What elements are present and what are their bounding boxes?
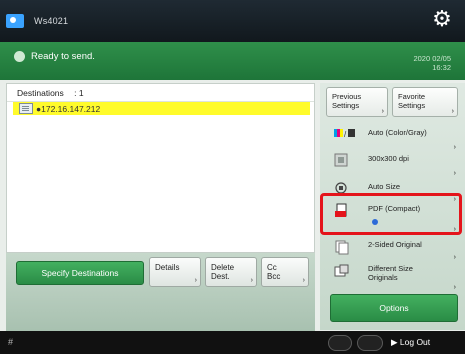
- previous-settings-button[interactable]: Previous Settings ›: [326, 87, 388, 117]
- two-sided-icon: [334, 239, 350, 255]
- time: 16:32: [432, 63, 451, 72]
- user-icon: [6, 14, 24, 28]
- delete-destination-label: Delete Dest.: [211, 263, 235, 281]
- favorite-settings-label: Favorite Settings: [398, 92, 426, 110]
- chevron-right-icon: ›: [453, 254, 456, 261]
- two-sided-value: 2-Sided Original: [368, 240, 422, 249]
- logout-icon: ▶: [391, 337, 400, 347]
- logout-label: Log Out: [399, 337, 431, 347]
- options-button[interactable]: Options: [330, 294, 458, 322]
- pdf-highlight-box: [320, 193, 462, 235]
- chevron-right-icon: ›: [453, 170, 456, 177]
- svg-text:/: /: [344, 130, 347, 139]
- color-mode-icon: /: [334, 127, 355, 141]
- delete-destination-button[interactable]: Delete Dest. ›: [205, 257, 257, 287]
- logout-button[interactable]: ▶ Log Out: [391, 337, 430, 348]
- chevron-right-icon: ›: [381, 108, 384, 115]
- chevron-right-icon: ›: [194, 277, 197, 284]
- destination-list-header: Destinations : 1: [7, 84, 314, 102]
- favorite-settings-button[interactable]: Favorite Settings ›: [392, 87, 458, 117]
- chevron-right-icon: ›: [453, 144, 456, 151]
- setting-different-size[interactable]: Different Size Originals ›: [328, 261, 458, 291]
- specify-destinations-button[interactable]: Specify Destinations: [16, 261, 144, 285]
- screen: Ws4021 ⚙ Ready to send. 2020 02/05 16:32…: [0, 0, 465, 354]
- setting-resolution[interactable]: 300x300 dpi ›: [328, 151, 458, 177]
- top-bar: Ws4021 ⚙: [0, 0, 465, 42]
- status-bar: Ready to send. 2020 02/05 16:32: [0, 42, 465, 80]
- user-box[interactable]: Ws4021: [6, 12, 68, 30]
- gear-icon[interactable]: ⚙: [431, 8, 453, 30]
- status-monitor-icon[interactable]: [357, 335, 383, 351]
- status-icon: [14, 51, 25, 62]
- bottom-bar: # ▶ Log Out: [0, 331, 465, 354]
- different-size-icon: [334, 263, 350, 277]
- user-name: Ws4021: [34, 16, 69, 26]
- address-book-icon: [19, 103, 33, 114]
- chevron-right-icon: ›: [250, 277, 253, 284]
- destination-list-panel: Destinations : 1 ●172.16.147.212: [6, 83, 315, 253]
- destination-label: Destinations: [17, 88, 64, 98]
- color-mode-value: Auto (Color/Gray): [368, 128, 427, 137]
- setting-two-sided[interactable]: 2-Sided Original ›: [328, 237, 458, 261]
- details-button[interactable]: Details ›: [149, 257, 201, 287]
- scan-size-value: Auto Size: [368, 182, 401, 191]
- resolution-icon: [334, 153, 350, 167]
- destination-count: : 1: [74, 88, 84, 98]
- status-message: Ready to send.: [31, 51, 95, 62]
- cc-bcc-label: Cc Bcc: [267, 263, 281, 281]
- previous-settings-label: Previous Settings: [332, 92, 362, 110]
- different-size-value: Different Size Originals: [368, 264, 413, 282]
- destination-actions: Specify Destinations Details › Delete De…: [6, 253, 315, 331]
- chevron-right-icon: ›: [451, 108, 454, 115]
- setting-color-mode[interactable]: / Auto (Color/Gray) ›: [328, 125, 458, 151]
- datetime: 2020 02/05 16:32: [413, 54, 451, 72]
- bottom-left-icon: #: [8, 337, 14, 347]
- resolution-value: 300x300 dpi: [368, 154, 409, 163]
- cc-bcc-button[interactable]: Cc Bcc ›: [261, 257, 309, 287]
- date: 2020 02/05: [413, 54, 451, 63]
- counter-icon[interactable]: [328, 335, 352, 351]
- destination-row[interactable]: ●172.16.147.212: [13, 102, 310, 115]
- chevron-right-icon: ›: [453, 284, 456, 291]
- chevron-right-icon: ›: [302, 277, 305, 284]
- details-label: Details: [155, 263, 180, 272]
- destination-address: ●172.16.147.212: [36, 103, 101, 114]
